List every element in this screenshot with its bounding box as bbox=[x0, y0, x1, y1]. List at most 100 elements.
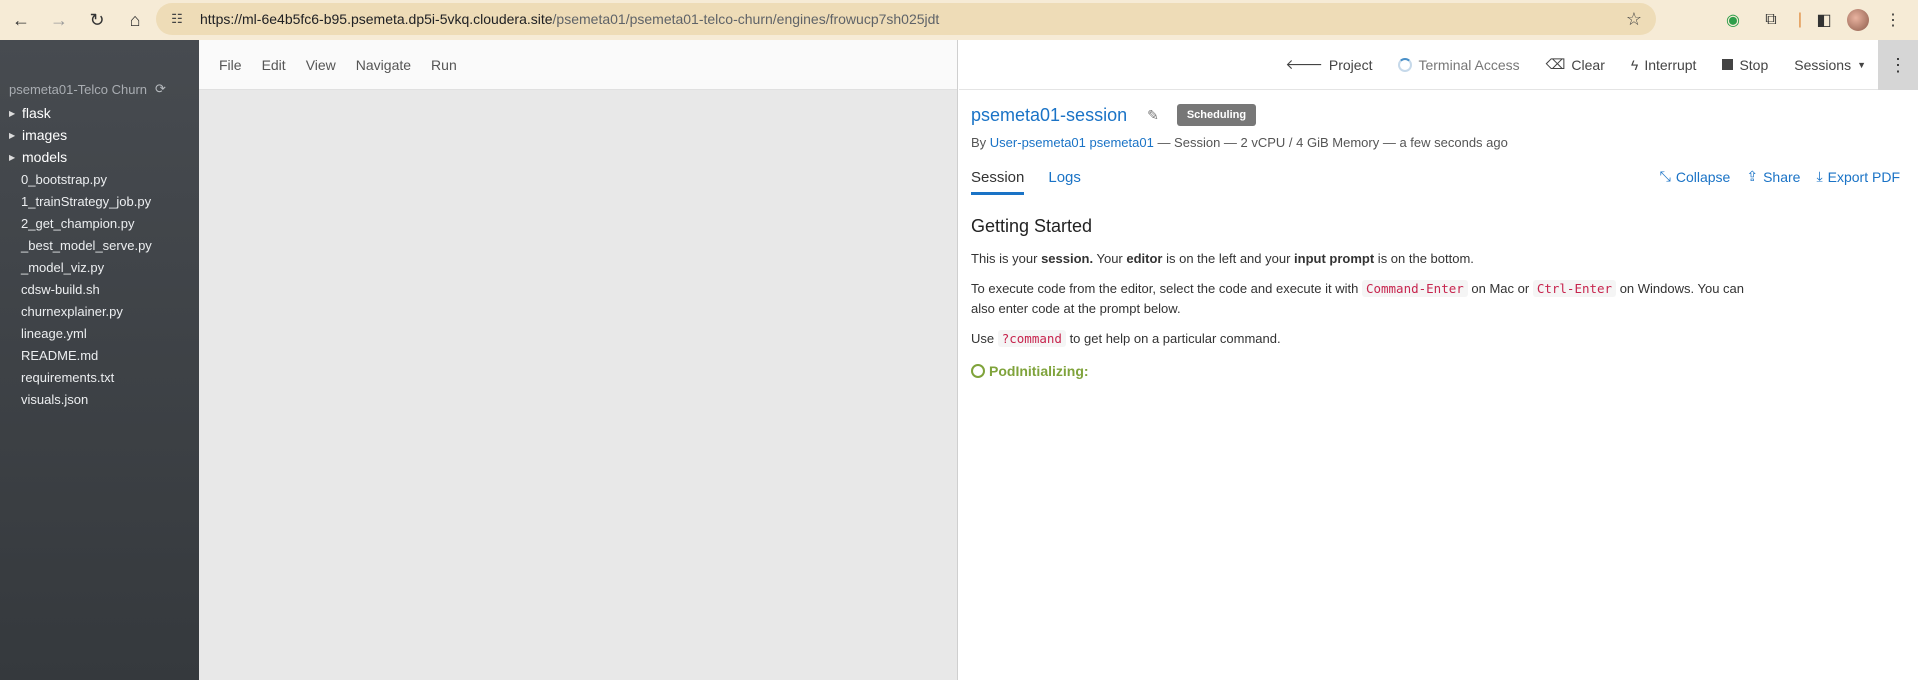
loading-spinner-icon bbox=[1398, 57, 1413, 72]
session-header: psemeta01-session ✎ Scheduling bbox=[971, 104, 1257, 126]
editor-menu-bar: File Edit View Navigate Run bbox=[199, 40, 957, 90]
collapse-icon: ⤡ bbox=[1659, 168, 1671, 184]
p2-text: on Windows. You can bbox=[1616, 281, 1745, 296]
back-icon[interactable]: ← bbox=[4, 3, 38, 37]
eraser-icon: ⌫ bbox=[1545, 56, 1566, 72]
session-toolbar: 🡐 Project Terminal Access ⌫ Clear ϟ Interru… bbox=[959, 40, 1918, 90]
clear-label: Clear bbox=[1571, 56, 1605, 73]
p1-bold-session: session. bbox=[1041, 251, 1094, 266]
collapse-button[interactable]: ⤡ Collapse bbox=[1660, 168, 1731, 185]
menu-run[interactable]: Run bbox=[431, 57, 457, 73]
sessions-label: Sessions bbox=[1794, 56, 1852, 73]
help-command-code: ?command bbox=[997, 330, 1066, 347]
clear-button[interactable]: ⌫ Clear bbox=[1546, 56, 1605, 73]
caret-down-icon: ▼ bbox=[1857, 59, 1866, 70]
share-label: Share bbox=[1763, 168, 1801, 185]
file-item[interactable]: cdsw-build.sh bbox=[0, 278, 199, 300]
edit-icon[interactable]: ✎ bbox=[1147, 107, 1159, 124]
file-item[interactable]: 0_bootstrap.py bbox=[0, 168, 199, 190]
share-button[interactable]: ⇪ Share bbox=[1746, 168, 1800, 185]
side-panel-icon[interactable]: ◧ bbox=[1811, 7, 1837, 33]
tab-session[interactable]: Session bbox=[971, 169, 1025, 195]
file-sidebar: psemeta01-Telco Churn ⟳ ▶ flask ▶ images ▶ mo… bbox=[0, 40, 199, 680]
p1-text: This is your bbox=[971, 251, 1042, 266]
menu-file[interactable]: File bbox=[219, 57, 242, 73]
export-pdf-button[interactable]: ⤓ Export PDF bbox=[1816, 168, 1900, 185]
stop-icon bbox=[1722, 59, 1734, 70]
file-label: _model_viz.py bbox=[21, 259, 105, 275]
getting-started-heading: Getting Started bbox=[971, 216, 1093, 236]
file-item[interactable]: 1_trainStrategy_job.py bbox=[0, 190, 199, 212]
interrupt-label: Interrupt bbox=[1644, 56, 1697, 73]
stop-button[interactable]: Stop bbox=[1722, 57, 1768, 73]
terminal-access-button[interactable]: Terminal Access bbox=[1398, 56, 1520, 73]
terminal-access-label: Terminal Access bbox=[1418, 56, 1520, 73]
folder-label: models bbox=[22, 149, 68, 165]
project-button[interactable]: 🡐 Project bbox=[1285, 56, 1372, 73]
pod-status: PodInitializing: bbox=[971, 363, 1831, 379]
more-options-icon[interactable]: ⋮ bbox=[1878, 40, 1918, 90]
file-item[interactable]: churnexplainer.py bbox=[0, 300, 199, 322]
home-icon[interactable]: ⌂ bbox=[118, 3, 152, 37]
caret-right-icon: ▶ bbox=[9, 130, 16, 140]
folder-item[interactable]: ▶ models bbox=[0, 146, 199, 168]
arrow-left-icon: 🡐 bbox=[1285, 56, 1323, 72]
pod-status-label: PodInitializing: bbox=[989, 363, 1089, 379]
tab-logs[interactable]: Logs bbox=[1048, 169, 1081, 195]
file-label: cdsw-build.sh bbox=[21, 281, 100, 297]
file-item[interactable]: README.md bbox=[0, 344, 199, 366]
reload-icon[interactable]: ↻ bbox=[80, 3, 114, 37]
file-item[interactable]: _best_model_serve.py bbox=[0, 234, 199, 256]
divider-icon: | bbox=[1797, 11, 1803, 28]
menu-edit[interactable]: Edit bbox=[262, 57, 286, 73]
bookmark-star-icon[interactable]: ☆ bbox=[1626, 9, 1642, 30]
extension-eye-icon[interactable]: ◉ bbox=[1720, 7, 1746, 33]
stop-label: Stop bbox=[1739, 56, 1769, 73]
session-actions: ⤡ Collapse ⇪ Share ⤓ Export PDF bbox=[1660, 168, 1900, 185]
status-badge: Scheduling bbox=[1176, 104, 1257, 126]
extensions-puzzle-icon[interactable]: ⧉ bbox=[1758, 7, 1784, 33]
sessions-dropdown[interactable]: Sessions ▼ bbox=[1794, 57, 1866, 73]
menu-navigate[interactable]: Navigate bbox=[356, 57, 411, 73]
file-label: _best_model_serve.py bbox=[21, 237, 152, 253]
file-item[interactable]: 2_get_champion.py bbox=[0, 212, 199, 234]
editor-pane[interactable]: File Edit View Navigate Run bbox=[199, 40, 958, 680]
caret-right-icon: ▶ bbox=[9, 108, 16, 118]
profile-avatar[interactable] bbox=[1847, 9, 1869, 31]
site-settings-icon[interactable]: ☷ bbox=[166, 8, 188, 30]
download-icon: ⤓ bbox=[1816, 168, 1823, 184]
meta-details: — Session — 2 vCPU / 4 GiB Memory — a fe… bbox=[1153, 135, 1508, 150]
file-label: churnexplainer.py bbox=[21, 303, 123, 319]
caret-right-icon: ▶ bbox=[9, 152, 16, 162]
folder-label: images bbox=[22, 127, 68, 143]
p2-text: on Mac or bbox=[1467, 281, 1533, 296]
session-meta: By User-psemeta01 psemeta01 — Session — … bbox=[971, 135, 1508, 150]
refresh-icon[interactable]: ⟳ bbox=[155, 81, 166, 97]
user-link[interactable]: User-psemeta01 psemeta01 bbox=[990, 135, 1154, 150]
interrupt-button[interactable]: ϟ Interrupt bbox=[1631, 57, 1697, 73]
file-label: 1_trainStrategy_job.py bbox=[21, 193, 152, 209]
file-item[interactable]: requirements.txt bbox=[0, 366, 199, 388]
ctrl-enter-code: Ctrl-Enter bbox=[1532, 280, 1617, 297]
forward-icon[interactable]: → bbox=[42, 3, 76, 37]
browser-toolbar: ← → ↻ ⌂ ☷ https://ml-6e4b5fc6-b95.psemet… bbox=[0, 0, 1918, 40]
command-enter-code: Command-Enter bbox=[1361, 280, 1468, 297]
file-tree: ▶ flask ▶ images ▶ models 0_bootstrap.py 1_trai… bbox=[0, 102, 199, 410]
folder-item[interactable]: ▶ images bbox=[0, 124, 199, 146]
share-icon: ⇪ bbox=[1746, 168, 1759, 184]
file-label: 2_get_champion.py bbox=[21, 215, 135, 231]
menu-view[interactable]: View bbox=[306, 57, 336, 73]
browser-menu-icon[interactable]: ⋮ bbox=[1880, 7, 1906, 33]
file-label: requirements.txt bbox=[21, 369, 115, 385]
folder-item[interactable]: ▶ flask bbox=[0, 102, 199, 124]
bolt-icon: ϟ bbox=[1630, 56, 1639, 73]
url-text: https://ml-6e4b5fc6-b95.psemeta.dp5i-5vk… bbox=[200, 11, 940, 27]
session-title[interactable]: psemeta01-session bbox=[971, 105, 1127, 126]
file-item[interactable]: visuals.json bbox=[0, 388, 199, 410]
folder-label: flask bbox=[22, 105, 51, 121]
file-item[interactable]: _model_viz.py bbox=[0, 256, 199, 278]
file-item[interactable]: lineage.yml bbox=[0, 322, 199, 344]
address-bar[interactable]: ☷ https://ml-6e4b5fc6-b95.psemeta.dp5i-5… bbox=[156, 3, 1656, 35]
file-label: visuals.json bbox=[21, 391, 89, 407]
p1-bold-editor: editor bbox=[1126, 251, 1163, 266]
